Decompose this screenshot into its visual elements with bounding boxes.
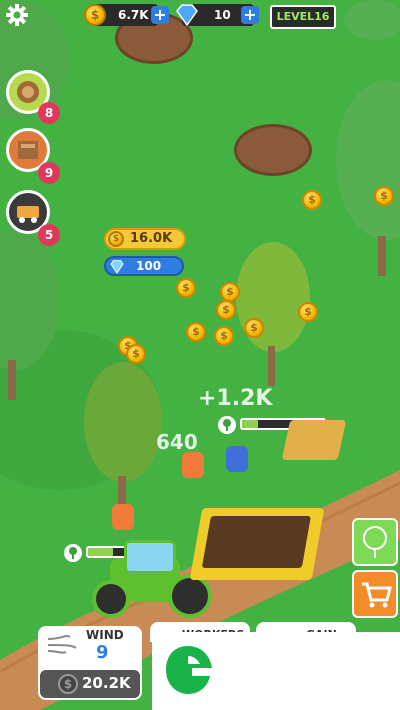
gem-reward-popup: 100	[104, 256, 184, 276]
brand-logo-icon	[166, 646, 212, 694]
wind-card[interactable]: WIND 9 $ 20.2K	[38, 626, 142, 700]
coin-drop[interactable]: $	[374, 186, 394, 206]
tree-canopy	[344, 0, 400, 40]
shop-button[interactable]	[352, 570, 398, 618]
dirt-hole	[234, 124, 312, 176]
shopping-cart-icon	[362, 582, 392, 608]
trailer	[189, 508, 325, 580]
coin-drop[interactable]: $	[214, 326, 234, 346]
gem-icon	[110, 260, 124, 274]
crate-order-badge: 9	[38, 162, 60, 184]
truck-order-badge: 5	[38, 224, 60, 246]
gain-popup: +1.2K	[198, 386, 273, 411]
coin-drop[interactable]: $	[126, 344, 146, 364]
coin-drop[interactable]: $	[186, 322, 206, 342]
coin-drop[interactable]: $	[298, 302, 318, 322]
wind-label: WIND	[86, 628, 124, 642]
fruit-tree-canopy	[84, 362, 162, 482]
wind-icon	[47, 635, 77, 654]
coin-drop[interactable]: $	[216, 300, 236, 320]
tree-icon	[64, 544, 82, 562]
gem-count: 10	[214, 8, 231, 22]
timber-order-badge: 8	[38, 102, 60, 124]
level-label: LEVEL16	[270, 5, 336, 29]
forest-upgrade-button[interactable]	[352, 518, 398, 566]
coin-icon: $	[84, 4, 106, 26]
coin-icon: $	[108, 231, 124, 247]
coin-drop[interactable]: $	[302, 190, 322, 210]
coin-drop[interactable]: $	[244, 318, 264, 338]
tree-trunk	[268, 346, 275, 386]
worker-character	[226, 446, 248, 472]
gem-icon	[176, 4, 198, 26]
coin-reward-value: 16.0K	[130, 231, 173, 246]
coin-drop[interactable]: $	[176, 278, 196, 298]
tree-trunk	[378, 236, 386, 276]
wind-cost: 20.2K	[82, 674, 131, 692]
wood-pile	[281, 420, 347, 460]
tree-trunk	[8, 360, 16, 400]
add-coins-button[interactable]: +	[151, 6, 169, 24]
game-scene: $ $ $ $ $ $ $ $ $ $ $ $ 16.0K 100 +1.2K …	[0, 0, 400, 710]
coin-icon: $	[58, 674, 78, 694]
settings-gear-icon[interactable]	[6, 4, 28, 26]
wind-value: 9	[96, 642, 109, 663]
add-gems-button[interactable]: +	[241, 6, 259, 24]
coin-drop[interactable]: $	[220, 282, 240, 302]
tree-icon	[218, 416, 236, 434]
gem-reward-value: 100	[136, 259, 162, 273]
wind-cost-bar: $ 20.2K	[40, 670, 140, 698]
coin-reward-popup: $ 16.0K	[104, 228, 186, 250]
worker-character	[112, 504, 134, 530]
tree-icon	[363, 526, 387, 558]
count-popup: 640	[156, 430, 198, 454]
worker-character	[182, 452, 204, 478]
coin-count: 6.7K	[118, 8, 149, 22]
